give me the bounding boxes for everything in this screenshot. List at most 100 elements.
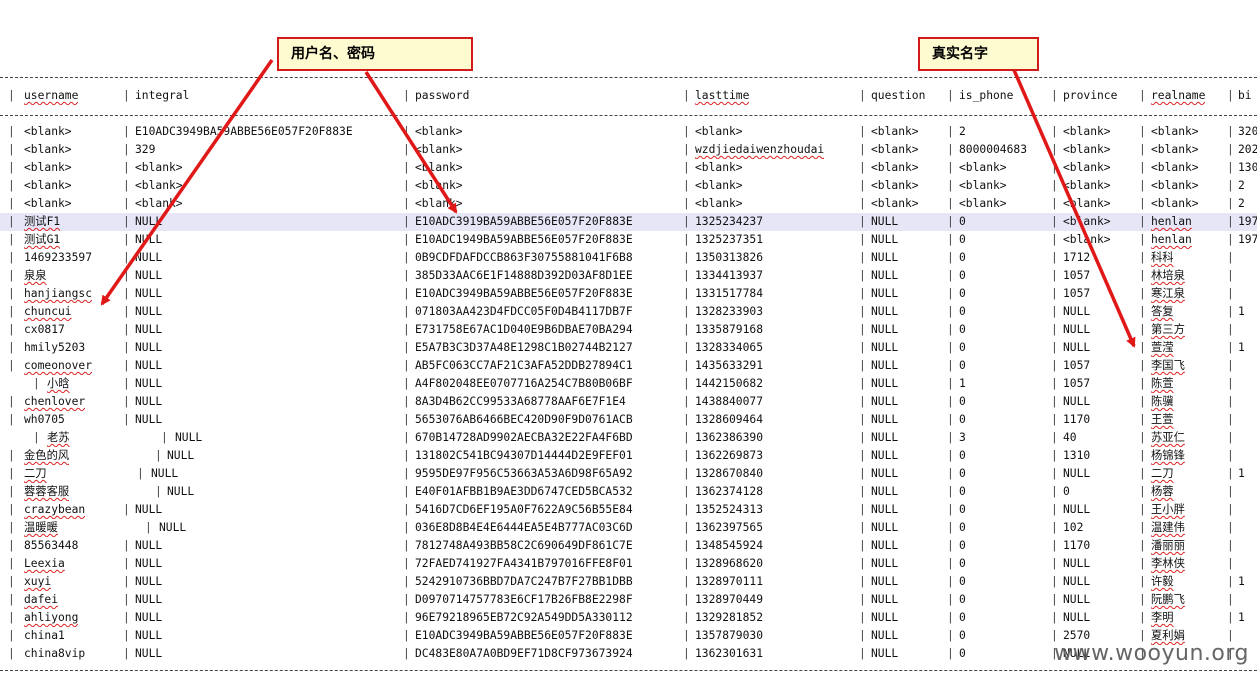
table-row[interactable]: | ahliyong | NULL | 96E79218965EB72C92A549DD5…	[0, 609, 1257, 627]
cell-separator: |	[403, 233, 410, 246]
cell-province: NULL	[1063, 395, 1091, 408]
cell-separator: |	[859, 557, 866, 570]
table-row[interactable]: | Leexia | NULL | 72FAED741927FA4341B797016FF…	[0, 555, 1257, 573]
table-row[interactable]: | hmily5203 | NULL | E5A7B3C3D37A48E1298C1B02…	[0, 339, 1257, 357]
cell-separator: |	[1139, 395, 1146, 408]
cell-separator: |	[1051, 323, 1058, 336]
table-row[interactable]: | 泉泉 | NULL | 385D33AAC6E1F14888D392D03AF8D1E…	[0, 267, 1257, 285]
table-row[interactable]: | crazybean | NULL | 5416D7CD6EF195A0F7622A9C…	[0, 501, 1257, 519]
column-separator: |	[1227, 89, 1234, 102]
table-row[interactable]: | chuncui | NULL | 071803AA423D4FDCC05F0D4B41…	[0, 303, 1257, 321]
cell-integral: NULL	[175, 431, 203, 444]
cell-username: 老苏	[47, 431, 70, 444]
table-row[interactable]: | <blank> | <blank> | <blank> | <blank> | <blank>…	[0, 195, 1257, 213]
cell-province: 40	[1063, 431, 1077, 444]
cell-bi: 320	[1238, 125, 1257, 138]
cell-password: 7812748A493BB58C2C690649DF861C7E	[415, 539, 633, 552]
cell-separator: |	[947, 377, 954, 390]
cell-separator: |	[859, 593, 866, 606]
cell-integral: NULL	[135, 377, 163, 390]
cell-realname: 答复	[1151, 305, 1174, 318]
cell-separator: |	[137, 467, 144, 480]
cell-separator: |	[683, 215, 690, 228]
cell-username: 测试G1	[24, 233, 61, 246]
column-header-lasttime[interactable]: lasttime	[695, 87, 749, 105]
cell-separator: |	[1139, 305, 1146, 318]
cell-separator: |	[1139, 251, 1146, 264]
cell-separator: |	[859, 629, 866, 642]
table-row[interactable]: | xuyi | NULL | 5242910736BBD7DA7C247B7F27BB1…	[0, 573, 1257, 591]
column-header-question[interactable]: question	[871, 87, 925, 105]
cell-separator: |	[403, 467, 410, 480]
table-row[interactable]: | chenlover | NULL | 8A3D4B62CC99533A68778AAF…	[0, 393, 1257, 411]
table-row[interactable]: | <blank> | 329 | <blank> | wzdjiedaiwenzhoudai…	[0, 141, 1257, 159]
cell-integral: NULL	[135, 341, 163, 354]
cell-province: NULL	[1063, 305, 1091, 318]
table-row[interactable]: | <blank> | <blank> | <blank> | <blank> | <blank>…	[0, 159, 1257, 177]
cell-separator: |	[1139, 233, 1146, 246]
column-header-password[interactable]: password	[415, 87, 469, 105]
table-row[interactable]: | 测试G1 | NULL | E10ADC1949BA59ABBE56E057F20F8…	[0, 231, 1257, 249]
cell-realname: <blank>	[1151, 197, 1199, 210]
table-row[interactable]: | 老苏 | NULL | 670B14728AD9902AECBA32E22FA4F6B…	[0, 429, 1257, 447]
cell-is-phone: <blank>	[959, 179, 1007, 192]
cell-separator: |	[859, 611, 866, 624]
cell-separator: |	[683, 395, 690, 408]
cell-question: NULL	[871, 575, 899, 588]
cell-question: NULL	[871, 413, 899, 426]
table-row[interactable]: | 85563448 | NULL | 7812748A493BB58C2C690649D…	[0, 537, 1257, 555]
table-row[interactable]: | 测试F1 | NULL | E10ADC3919BA59ABBE56E057F20F8…	[0, 213, 1257, 231]
column-header-username[interactable]: username	[24, 87, 78, 105]
cell-realname: 温建伟	[1151, 521, 1185, 534]
table-row[interactable]: | dafei | NULL | D0970714757783E6CF17B26FB8E2…	[0, 591, 1257, 609]
cell-separator: |	[947, 215, 954, 228]
cell-separator: |	[859, 503, 866, 516]
cell-integral: NULL	[135, 215, 163, 228]
cell-separator: |	[683, 503, 690, 516]
table-row[interactable]: | 蓉蓉客服 | NULL | E40F01AFBB1B9AE3DD6747CED5BCA…	[0, 483, 1257, 501]
table-row[interactable]: | <blank> | <blank> | <blank> | <blank> | <blank>…	[0, 177, 1257, 195]
table-row[interactable]: | 1469233597 | NULL | 0B9CDFDAFDCCB863F307558…	[0, 249, 1257, 267]
cell-password: 385D33AAC6E1F14888D392D03AF8D1EE	[415, 269, 633, 282]
cell-separator: |	[8, 359, 15, 372]
table-row[interactable]: | wh0705 | NULL | 5653076AB6466BEC420D90F9D07…	[0, 411, 1257, 429]
cell-separator: |	[683, 575, 690, 588]
column-header-integral[interactable]: integral	[135, 87, 189, 105]
column-header-bi[interactable]: bi	[1238, 87, 1252, 105]
column-header-is-phone[interactable]: is_phone	[959, 87, 1013, 105]
cell-separator: |	[403, 431, 410, 444]
table-row[interactable]: | 金色的风 | NULL | 131802C541BC94307D14444D2E9FE…	[0, 447, 1257, 465]
cell-separator: |	[1139, 485, 1146, 498]
cell-separator: |	[145, 521, 152, 534]
table-row[interactable]: | comeonover | NULL | AB5FC063CC7AF21C3AFA52D…	[0, 357, 1257, 375]
cell-bi: 197	[1238, 233, 1257, 246]
table-row[interactable]: | 小晗 | NULL | A4F802048EE0707716A254C7B80B06B…	[0, 375, 1257, 393]
cell-separator: |	[403, 197, 410, 210]
cell-password: E10ADC3919BA59ABBE56E057F20F883E	[415, 215, 633, 228]
cell-separator: |	[123, 395, 130, 408]
column-header-province[interactable]: province	[1063, 87, 1117, 105]
cell-separator: |	[8, 197, 15, 210]
table-row[interactable]: | 温暖暖 | NULL | 036E8D8B4E4E6444EA5E4B777AC03C…	[0, 519, 1257, 537]
cell-separator: |	[683, 251, 690, 264]
cell-separator: |	[1139, 539, 1146, 552]
cell-is-phone: 0	[959, 413, 966, 426]
cell-question: NULL	[871, 287, 899, 300]
table-row[interactable]: | cx0817 | NULL | E731758E67AC1D040E9B6DBAE70…	[0, 321, 1257, 339]
cell-separator: |	[1227, 503, 1234, 516]
cell-separator: |	[33, 431, 40, 444]
cell-separator: |	[1051, 125, 1058, 138]
table-row[interactable]: | <blank> | E10ADC3949BA59ABBE56E057F20F883…	[0, 123, 1257, 141]
column-header-realname[interactable]: realname	[1151, 87, 1205, 105]
cell-province: <blank>	[1063, 143, 1111, 156]
cell-lasttime: 1335879168	[695, 323, 764, 336]
cell-province: NULL	[1063, 323, 1091, 336]
column-separator: |	[123, 89, 130, 102]
table-row[interactable]: | 二刀 | NULL | 9595DE97F956C53663A53A6D98F65A9…	[0, 465, 1257, 483]
cell-province: 1170	[1063, 539, 1091, 552]
cell-separator: |	[683, 143, 690, 156]
table-row[interactable]: | hanjiangsc | NULL | E10ADC3949BA59ABBE56E05…	[0, 285, 1257, 303]
column-separator: |	[403, 89, 410, 102]
cell-integral: NULL	[135, 629, 163, 642]
cell-separator: |	[1051, 467, 1058, 480]
